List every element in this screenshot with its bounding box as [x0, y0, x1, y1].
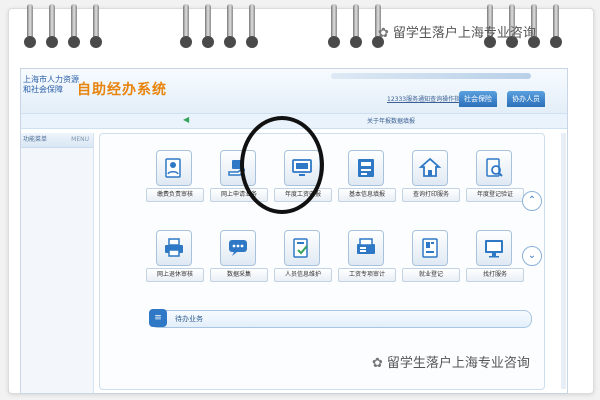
screen-icon: [476, 230, 512, 266]
spiral-ring: [328, 4, 340, 48]
logo: 上海市人力资源 和社会保障: [23, 75, 79, 95]
sidebar-header: 功能菜单 MENU: [21, 133, 93, 148]
scrollbar[interactable]: [561, 133, 566, 389]
spiral-ring: [24, 4, 36, 48]
sidebar-menu-label: MENU: [71, 136, 89, 143]
system-title: 自助经办系统: [77, 82, 167, 98]
spiral-ring: [550, 4, 562, 48]
spiral-ring: [68, 4, 80, 48]
tab-assistant[interactable]: 协办人员: [507, 91, 545, 107]
service-label: 数据采集: [210, 268, 268, 282]
tab-social-insurance[interactable]: 社会保险: [459, 91, 497, 107]
fax-icon: [348, 230, 384, 266]
house-icon: [412, 150, 448, 186]
spiral-ring: [180, 4, 192, 48]
service-employment-reg[interactable]: 就业登记: [402, 230, 460, 292]
spiral-ring: [46, 4, 58, 48]
service-label: 工资专项审计: [338, 268, 396, 282]
service-label: 人员信息维护: [274, 268, 332, 282]
service-label: 查询打印服务: [402, 188, 460, 202]
service-payment-review[interactable]: 缴费负责审核: [146, 150, 204, 212]
header-search-bar[interactable]: [331, 73, 531, 79]
service-personnel-info[interactable]: 人员信息维护: [274, 230, 332, 292]
arrow-left-icon[interactable]: ◀: [183, 115, 189, 124]
notice-text[interactable]: 关于年报数据填报: [367, 116, 415, 125]
spiral-ring: [246, 4, 258, 48]
service-label: 缴费负责审核: [146, 188, 204, 202]
chat-bubble-icon: [220, 230, 256, 266]
service-label: 找打服务: [466, 268, 524, 282]
service-query-print[interactable]: 查询打印服务: [402, 150, 460, 212]
service-data-collection[interactable]: 数据采集: [210, 230, 268, 292]
service-retire-review[interactable]: 网上退休审核: [146, 230, 204, 292]
spiral-ring: [90, 4, 102, 48]
spiral-ring: [224, 4, 236, 48]
person-document-icon: [156, 150, 192, 186]
guide-link[interactable]: 12333服务通知查询操作指南: [387, 94, 466, 103]
highlight-circle-annotation: [240, 116, 324, 214]
spiral-ring: [202, 4, 214, 48]
sidebar: 功能菜单 MENU: [21, 133, 94, 393]
logo-line: 和社会保障: [23, 85, 63, 94]
wechat-icon: ✿: [378, 26, 389, 41]
logo-line: 上海市人力资源: [23, 75, 79, 84]
service-label: 网上退休审核: [146, 268, 204, 282]
service-wage-audit[interactable]: 工资专项审计: [338, 230, 396, 292]
list-icon: ≡: [149, 309, 167, 327]
document-search-icon: [476, 150, 512, 186]
watermark-text: 留学生落户上海专业咨询: [386, 356, 530, 371]
app-window: 上海市人力资源 和社会保障 自助经办系统 12333服务通知查询操作指南 社会保…: [20, 68, 568, 394]
chevron-up-icon[interactable]: ⌃: [522, 191, 542, 211]
watermark-bottom: ✿ 留学生落户上海专业咨询: [372, 352, 530, 371]
edit-document-icon: [284, 230, 320, 266]
service-print[interactable]: 找打服务: [466, 230, 524, 292]
wechat-icon: ✿: [372, 356, 383, 371]
printer-icon: [156, 230, 192, 266]
service-label: 年度登记验证: [466, 188, 524, 202]
phone-card-icon: [412, 230, 448, 266]
service-label: 就业登记: [402, 268, 460, 282]
id-card-icon: [348, 150, 384, 186]
service-basic-info[interactable]: 基本信息填报: [338, 150, 396, 212]
app-header: 上海市人力资源 和社会保障 自助经办系统 12333服务通知查询操作指南 社会保…: [21, 69, 567, 113]
service-label: 基本信息填报: [338, 188, 396, 202]
todo-bar[interactable]: ≡ 待办业务: [149, 309, 532, 328]
sidebar-title: 功能菜单: [23, 136, 48, 143]
chevron-down-icon[interactable]: ⌄: [522, 246, 542, 266]
watermark-text: 留学生落户上海专业咨询: [392, 26, 536, 41]
todo-label: 待办业务: [175, 315, 203, 323]
watermark-top: ✿ 留学生落户上海专业咨询: [378, 22, 536, 41]
service-annual-verify[interactable]: 年度登记验证: [466, 150, 524, 212]
spiral-ring: [350, 4, 362, 48]
